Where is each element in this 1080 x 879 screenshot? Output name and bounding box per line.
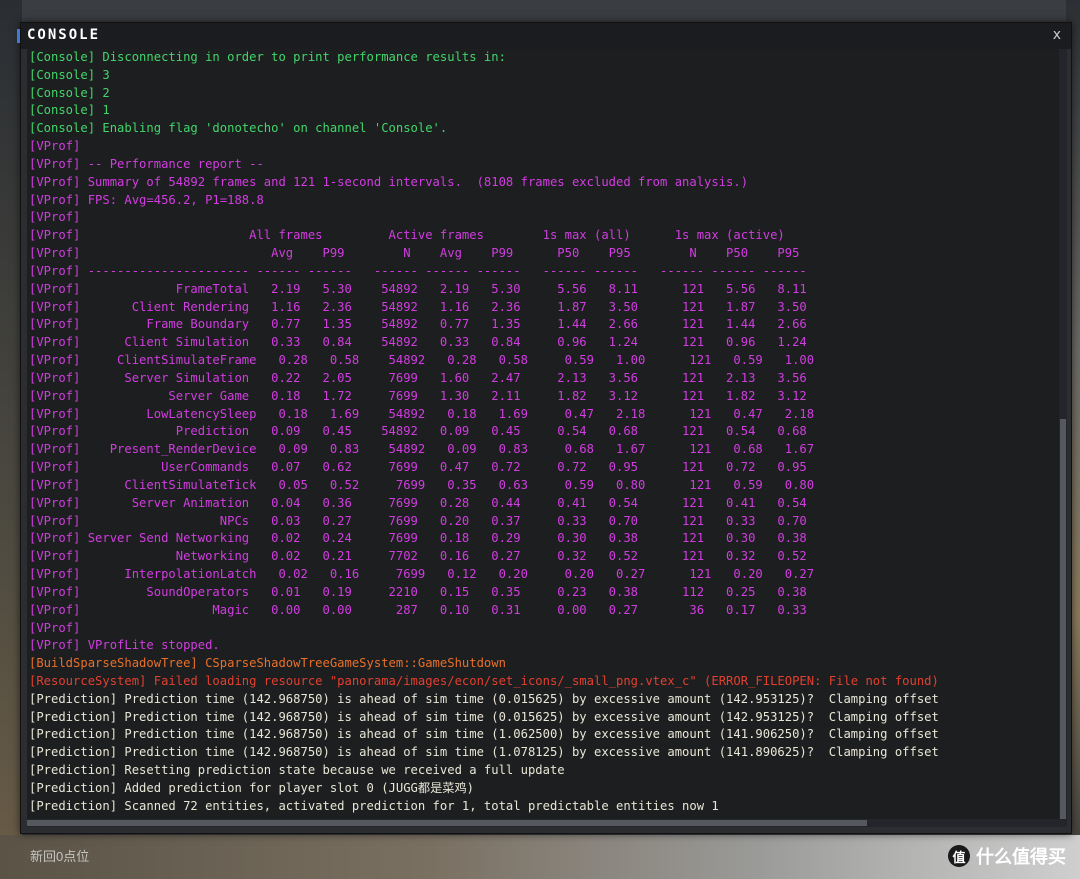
log-line: [VProf] Prediction 0.09 0.45 54892 0.09 … bbox=[29, 424, 807, 439]
log-line: [VProf] InterpolationLatch 0.02 0.16 769… bbox=[29, 567, 815, 582]
close-icon[interactable]: x bbox=[1053, 27, 1061, 43]
watermark-badge-icon: 值 bbox=[948, 845, 970, 867]
log-line: [Console] Disconnecting in order to prin… bbox=[29, 50, 506, 64]
log-line: [VProf] ClientSimulateTick 0.05 0.52 769… bbox=[29, 477, 815, 492]
horizontal-scrollbar-thumb[interactable] bbox=[27, 820, 867, 826]
log-line: [VProf] Client Rendering 1.16 2.36 54892… bbox=[29, 299, 807, 314]
log-line: [VProf] Magic 0.00 0.00 287 0.10 0.31 0.… bbox=[29, 602, 807, 617]
log-line: [VProf] ClientSimulateFrame 0.28 0.58 54… bbox=[29, 353, 815, 368]
console-log[interactable]: [Console] Disconnecting in order to prin… bbox=[27, 49, 1067, 819]
log-line: [ResourceSystem] Failed loading resource… bbox=[29, 673, 939, 688]
log-line: [VProf] LowLatencySleep 0.18 1.69 54892 … bbox=[29, 406, 815, 421]
log-line: [Prediction] Prediction time (142.968750… bbox=[29, 709, 939, 724]
console-window: CONSOLE x [Console] Disconnecting in ord… bbox=[17, 22, 1072, 834]
log-line: [Console] 2 bbox=[29, 85, 110, 100]
log-line: [VProf] Server Game 0.18 1.72 7699 1.30 … bbox=[29, 388, 807, 403]
log-line: [Console] 3 bbox=[29, 67, 110, 82]
log-line: [BuildSparseShadowTree] CSparseShadowTre… bbox=[29, 656, 506, 671]
log-line: [VProf] VProfLite stopped. bbox=[29, 638, 220, 653]
console-input-area[interactable] bbox=[21, 829, 1071, 833]
log-line: [Prediction] Prediction time (142.968750… bbox=[29, 691, 939, 706]
log-line: [VProf] Server Simulation 0.22 2.05 7699… bbox=[29, 370, 807, 385]
log-line: [Prediction] Prediction time (142.968750… bbox=[29, 727, 939, 742]
watermark: 值 什么值得买 bbox=[948, 843, 1066, 869]
log-line: [Console] 1 bbox=[29, 103, 110, 118]
log-line: [Prediction] Resetting prediction state … bbox=[29, 763, 565, 778]
log-line: [VProf] UserCommands 0.07 0.62 7699 0.47… bbox=[29, 460, 807, 475]
log-line: [VProf] Summary of 54892 frames and 121 … bbox=[29, 174, 749, 189]
log-line: [VProf] NPCs 0.03 0.27 7699 0.20 0.37 0.… bbox=[29, 513, 807, 528]
vertical-scrollbar[interactable] bbox=[1059, 49, 1067, 819]
log-line: [VProf] bbox=[29, 139, 81, 154]
console-titlebar[interactable]: CONSOLE x bbox=[17, 23, 1071, 49]
log-line: [Prediction] Added prediction for player… bbox=[29, 780, 474, 795]
log-line: [VProf] Avg P99 N Avg P99 P50 P95 N P50 … bbox=[29, 246, 800, 261]
log-line: [VProf] Frame Boundary 0.77 1.35 54892 0… bbox=[29, 317, 807, 332]
log-line: [VProf] -- Performance report -- bbox=[29, 156, 264, 171]
log-line: [VProf] Client Simulation 0.33 0.84 5489… bbox=[29, 335, 807, 350]
log-line: [VProf] SoundOperators 0.01 0.19 2210 0.… bbox=[29, 584, 807, 599]
log-line: [VProf] ---------------------- ------ --… bbox=[29, 263, 807, 278]
log-line: [VProf] Server Send Networking 0.02 0.24… bbox=[29, 531, 807, 546]
log-line: [VProf] FPS: Avg=456.2, P1=188.8 bbox=[29, 192, 264, 207]
log-line: [VProf] bbox=[29, 620, 81, 635]
background-hud-text: 新回0点位 bbox=[30, 849, 90, 864]
log-line: [Prediction] Prediction time (142.968750… bbox=[29, 745, 939, 760]
game-background-left bbox=[0, 0, 22, 879]
log-line: [VProf] Server Animation 0.04 0.36 7699 … bbox=[29, 495, 807, 510]
log-line: [Prediction] Scanned 72 entities, activa… bbox=[29, 798, 719, 813]
log-line: [VProf] FrameTotal 2.19 5.30 54892 2.19 … bbox=[29, 281, 807, 296]
vertical-scrollbar-thumb[interactable] bbox=[1060, 419, 1066, 819]
game-background-bottom bbox=[0, 835, 1080, 879]
title-accent-bar bbox=[17, 29, 20, 43]
log-line: [VProf] All frames Active frames 1s max … bbox=[29, 228, 785, 243]
console-title: CONSOLE bbox=[27, 27, 101, 43]
watermark-text: 什么值得买 bbox=[976, 847, 1066, 868]
log-line: [Console] Enabling flag 'donotecho' on c… bbox=[29, 121, 448, 136]
log-lines: [Console] Disconnecting in order to prin… bbox=[29, 49, 939, 816]
log-line: [VProf] bbox=[29, 210, 81, 225]
log-line: [VProf] Present_RenderDevice 0.09 0.83 5… bbox=[29, 442, 815, 457]
log-line: [VProf] Networking 0.02 0.21 7702 0.16 0… bbox=[29, 549, 807, 564]
